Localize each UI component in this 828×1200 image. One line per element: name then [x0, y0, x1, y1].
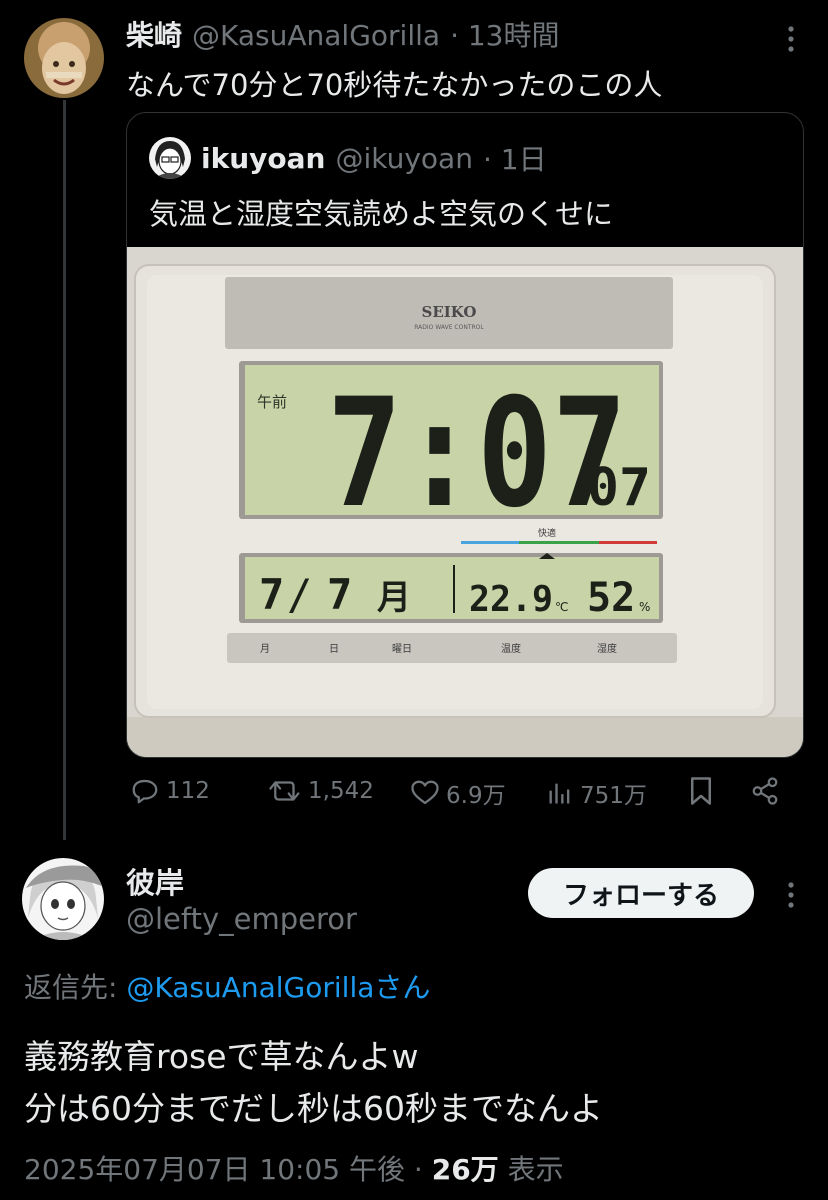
clock-brand: SEIKO — [422, 303, 477, 321]
quoted-text: 気温と湿度空気読めよ空気のくせに — [149, 197, 614, 231]
clock-strip-label: 月 — [260, 643, 270, 655]
heart-icon — [411, 780, 439, 805]
repost-count: 1,542 — [308, 778, 374, 804]
clock-comfort-label: 快適 — [538, 527, 556, 539]
tweet-meta: 2025年07月07日 10:05 午後 · 26万 表示 — [24, 1148, 564, 1188]
repost-icon — [269, 781, 300, 801]
quoted-header: ikuyoan @ikuyoan · 1日 — [149, 137, 547, 179]
tweet-header: 柴崎 @KasuAnalGorilla · 13時間 — [126, 14, 560, 54]
reply-icon — [132, 779, 158, 804]
reply-text-line-2: 分は60分までだし秒は60秒までなんよ — [24, 1089, 603, 1128]
clock-month: 7 — [259, 570, 284, 619]
follow-button[interactable]: フォローする — [528, 868, 754, 918]
thread-connector-line — [63, 100, 66, 840]
meta-separator: · — [405, 1153, 432, 1186]
reply-to-prefix: 返信先: — [24, 971, 127, 1004]
clock-date-slash: / — [287, 570, 312, 619]
avatar[interactable] — [24, 18, 104, 98]
analytics-icon — [549, 783, 570, 804]
clock-day: 7 — [327, 570, 352, 619]
clock-humidity-unit: % — [639, 600, 650, 614]
clock-brand-sub: RADIO WAVE CONTROL — [414, 324, 484, 331]
clock-time: 7:07 — [327, 367, 627, 541]
more-options-icon[interactable] — [788, 26, 794, 56]
bookmark-icon — [691, 777, 711, 805]
clock-temperature: 22.9 — [469, 579, 553, 620]
clock-humidity: 52 — [587, 575, 635, 621]
clock-temp-unit: ℃ — [555, 600, 568, 614]
share-button[interactable] — [750, 776, 780, 806]
more-options-icon[interactable] — [788, 882, 794, 912]
action-bar: 112 1,542 6.9万 751万 — [126, 776, 806, 820]
views-total: 26万 — [431, 1153, 499, 1186]
reply-button[interactable]: 112 — [130, 776, 210, 806]
reply-to-line: 返信先: @KasuAnalGorillaさん — [24, 966, 430, 1006]
timestamp[interactable]: 2025年07月07日 10:05 午後 — [24, 1153, 405, 1186]
clock-strip-label: 日 — [329, 644, 339, 655]
views-label: 表示 — [498, 1153, 564, 1186]
clock-am-label: 午前 — [257, 393, 287, 411]
quoted-author-handle: @ikuyoan — [335, 141, 473, 175]
author-name[interactable]: 柴崎 — [126, 14, 182, 54]
reply-count: 112 — [166, 778, 210, 804]
quoted-author-name: ikuyoan — [201, 141, 326, 175]
like-count: 6.9万 — [446, 783, 506, 809]
repost-button[interactable]: 1,542 — [268, 776, 374, 806]
clock-photo[interactable]: SEIKO RADIO WAVE CONTROL 午前 7:07 07 快適 7… — [127, 247, 803, 757]
reply-text-line-1: 義務教育roseで草なんよw — [24, 1037, 419, 1076]
clock-strip-label: 温度 — [501, 642, 521, 655]
reply-to-handle: @KasuAnalGorilla — [126, 971, 375, 1004]
reply-author-handle[interactable]: @lefty_emperor — [126, 902, 357, 936]
quoted-time: · 1日 — [482, 143, 547, 176]
quoted-tweet[interactable]: ikuyoan @ikuyoan · 1日 気温と湿度空気読めよ空気のくせに S… — [126, 112, 804, 758]
tweet-text: なんで70分と70秒待たなかったのこの人 — [126, 68, 663, 102]
author-handle[interactable]: @KasuAnalGorilla — [192, 19, 440, 52]
clock-strip-label: 湿度 — [597, 642, 617, 655]
clock-weekday: 月 — [377, 578, 411, 618]
tweet-time[interactable]: · 13時間 — [450, 14, 559, 54]
clock-strip-label: 曜日 — [392, 643, 412, 655]
share-icon — [752, 777, 778, 805]
reply-author-name[interactable]: 彼岸 — [126, 860, 184, 902]
views-button[interactable]: 751万 — [546, 776, 647, 810]
quoted-avatar — [149, 137, 191, 179]
views-count: 751万 — [580, 783, 647, 809]
reply-to-link[interactable]: @KasuAnalGorillaさん — [126, 971, 430, 1004]
bookmark-button[interactable] — [688, 776, 714, 806]
like-button[interactable]: 6.9万 — [410, 776, 506, 810]
clock-seconds: 07 — [587, 458, 651, 518]
reply-avatar[interactable] — [22, 858, 104, 940]
reply-to-suffix: さん — [374, 971, 431, 1004]
